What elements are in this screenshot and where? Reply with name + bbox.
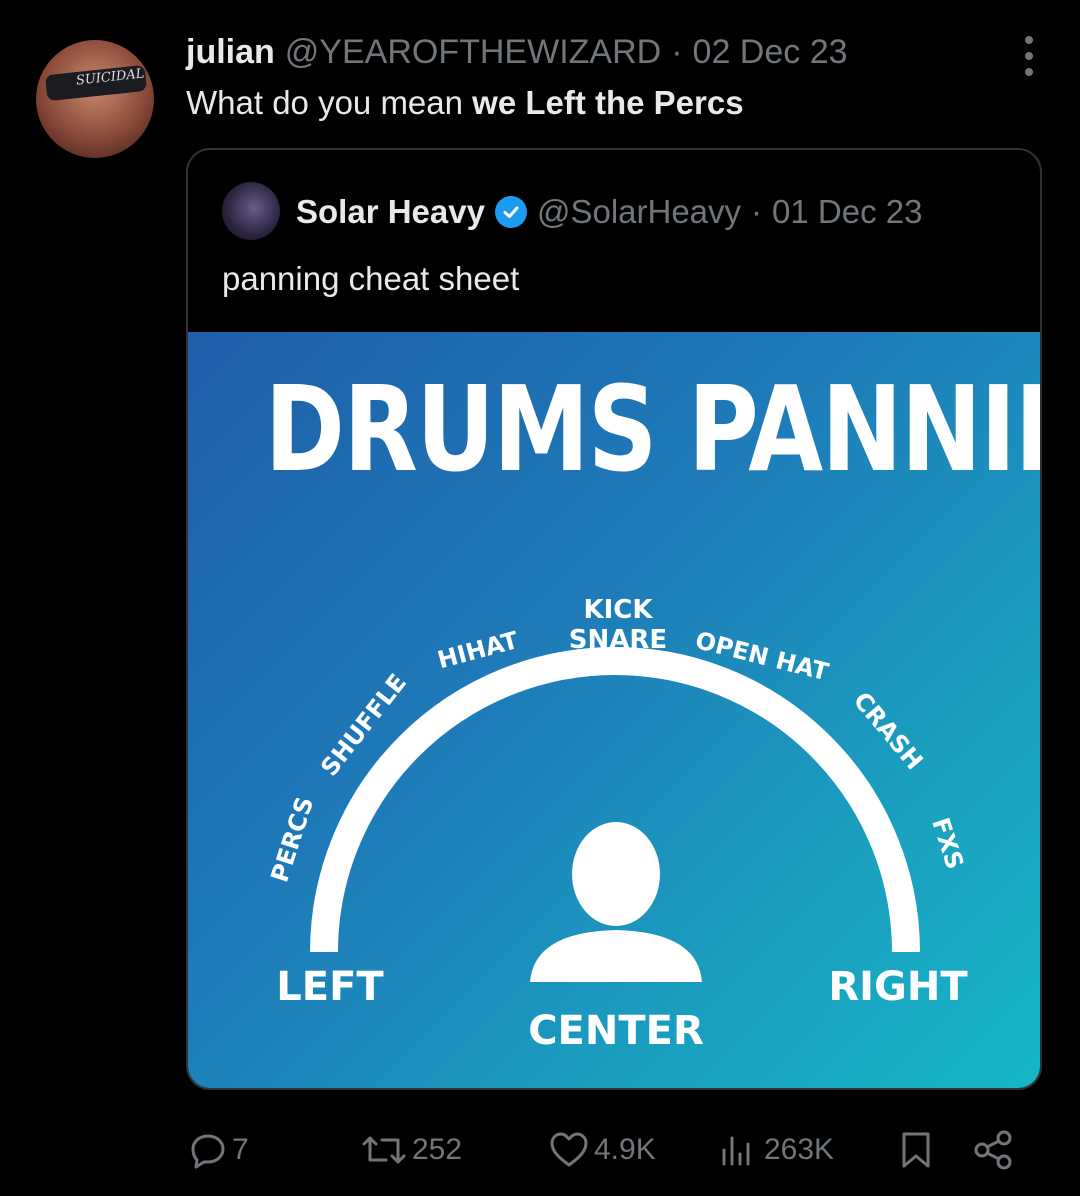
listener-body-icon <box>530 930 702 982</box>
views-button[interactable]: 263K <box>718 1120 834 1180</box>
label-left: LEFT <box>276 964 384 1010</box>
like-icon <box>550 1132 588 1167</box>
like-button[interactable]: 4.9K <box>548 1120 656 1180</box>
share-icon <box>974 1130 1012 1170</box>
bookmark-icon <box>902 1132 930 1168</box>
tweet-text-plain: What do you mean <box>186 84 473 121</box>
quoted-tweet-header: Solar Heavy @SolarHeavy · 01 Dec 23 <box>296 190 922 234</box>
like-count: 4.9K <box>594 1133 656 1166</box>
repost-icon <box>362 1136 406 1164</box>
tweet-text: What do you mean we Left the Percs <box>186 84 744 122</box>
quoted-tweet-text: panning cheat sheet <box>222 260 520 297</box>
reply-button[interactable]: 7 <box>188 1120 249 1180</box>
quoted-author-name[interactable]: Solar Heavy <box>296 193 485 231</box>
tweet-text-bold: we Left the Percs <box>472 84 744 121</box>
label-center: CENTER <box>528 1008 704 1054</box>
reply-icon <box>191 1134 225 1169</box>
listener-head-icon <box>572 822 660 926</box>
repost-count: 252 <box>412 1133 463 1166</box>
quoted-tweet[interactable]: Solar Heavy @SolarHeavy · 01 Dec 23 pann… <box>186 148 1042 1090</box>
action-bar: 7 252 4.9K 263K <box>188 1120 1028 1180</box>
quoted-author-avatar[interactable] <box>222 182 280 240</box>
bookmark-button[interactable] <box>898 1120 934 1180</box>
label-fxs: FXS <box>926 814 969 872</box>
quoted-header-separator: · <box>751 193 763 230</box>
quoted-tweet-date[interactable]: 01 Dec 23 <box>772 193 922 231</box>
label-right: RIGHT <box>828 964 968 1010</box>
label-snare: SNARE <box>569 625 667 655</box>
repost-button[interactable]: 252 <box>360 1120 462 1180</box>
header-separator: · <box>671 32 683 71</box>
view-count: 263K <box>764 1133 835 1166</box>
quoted-tweet-image[interactable]: DRUMS PANNING PERCS SHUFFLE HIHAT KICK S… <box>188 332 1040 1088</box>
label-kick: KICK <box>583 595 653 625</box>
tweet-header: julian @YEAROFTHEWIZARD · 02 Dec 23 <box>186 30 848 74</box>
label-crash: CRASH <box>848 687 929 776</box>
share-button[interactable] <box>972 1120 1016 1180</box>
views-icon <box>722 1136 750 1166</box>
label-percs: PERCS <box>266 793 320 885</box>
reply-count: 7 <box>232 1133 249 1166</box>
verified-icon <box>494 196 527 228</box>
quoted-author-handle[interactable]: @SolarHeavy <box>537 193 741 231</box>
author-avatar[interactable]: SUICIDAL <box>36 40 154 158</box>
author-handle[interactable]: @YEAROFTHEWIZARD <box>285 33 661 72</box>
more-icon[interactable] <box>1022 36 1036 76</box>
author-name[interactable]: julian <box>186 33 275 72</box>
tweet-date[interactable]: 02 Dec 23 <box>693 33 848 72</box>
